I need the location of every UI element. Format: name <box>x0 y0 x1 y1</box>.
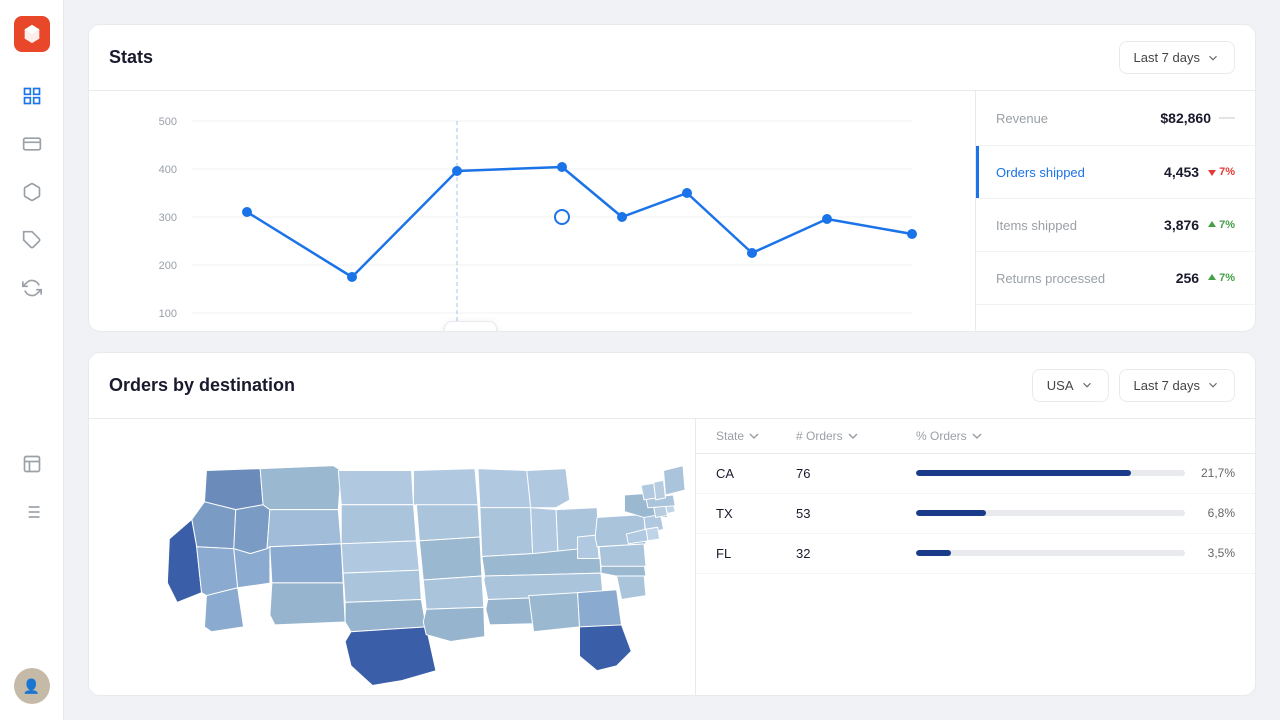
orders-table: State # Orders % Orders <box>695 419 1255 696</box>
svg-text:500: 500 <box>159 116 177 128</box>
state-ca: CA <box>716 466 796 481</box>
col-state-header: State <box>716 429 796 443</box>
stats-period-dropdown[interactable]: Last 7 days <box>1119 41 1236 74</box>
orders-badge: 7% <box>1207 166 1235 178</box>
metric-items-shipped[interactable]: Items shipped 3,876 7% <box>976 199 1255 252</box>
arrow-up-icon <box>1207 220 1217 230</box>
orders-filters: USA Last 7 days <box>1032 369 1235 402</box>
stats-header: Stats Last 7 days <box>89 25 1255 90</box>
country-label: USA <box>1047 378 1074 393</box>
table-header: State # Orders % Orders <box>696 419 1255 454</box>
metric-items-value: 3,876 <box>1164 217 1199 233</box>
pct-label-fl: 3,5% <box>1195 546 1235 560</box>
metric-orders-label: Orders shipped <box>996 165 1156 180</box>
metric-returns[interactable]: Returns processed 256 7% <box>976 252 1255 305</box>
arrow-up-icon-2 <box>1207 273 1217 283</box>
state-fl: FL <box>716 546 796 561</box>
svg-text:400: 400 <box>159 164 177 176</box>
state-tx: TX <box>716 506 796 521</box>
pct-tx: 6,8% <box>916 506 1235 520</box>
table-row: TX 53 6,8% <box>696 494 1255 534</box>
items-badge-pct: 7% <box>1219 219 1235 231</box>
metric-items-label: Items shipped <box>996 218 1156 233</box>
orders-fl: 32 <box>796 546 916 561</box>
orders-ca: 76 <box>796 466 916 481</box>
sort-pct-icon[interactable] <box>971 430 983 442</box>
usa-map <box>89 419 695 696</box>
sidebar-item-sync[interactable] <box>12 268 52 308</box>
stats-period-label: Last 7 days <box>1134 50 1201 65</box>
line-chart: 500 400 300 200 100 0 02/22 02/22 02/22 … <box>113 111 951 332</box>
sidebar-item-billing[interactable] <box>12 124 52 164</box>
sidebar-item-dashboard[interactable] <box>12 76 52 116</box>
returns-badge-pct: 7% <box>1219 272 1235 284</box>
bar-fill-fl <box>916 550 951 556</box>
bar-bg-ca <box>916 470 1185 476</box>
orders-title: Orders by destination <box>109 375 295 396</box>
pct-ca: 21,7% <box>916 466 1235 480</box>
table-row: FL 32 3,5% <box>696 534 1255 574</box>
metric-revenue-label: Revenue <box>996 111 1152 126</box>
sidebar-item-tags[interactable] <box>12 220 52 260</box>
avatar[interactable]: 👤 <box>14 668 50 704</box>
orders-period-label: Last 7 days <box>1134 378 1201 393</box>
items-badge: 7% <box>1207 219 1235 231</box>
sidebar: 👤 <box>0 0 64 720</box>
pct-label-tx: 6,8% <box>1195 506 1235 520</box>
stats-card: Stats Last 7 days 500 <box>88 24 1256 332</box>
col-pct-header: % Orders <box>916 429 1235 443</box>
orders-badge-pct: 7% <box>1219 166 1235 178</box>
col-orders-header: # Orders <box>796 429 916 443</box>
logo <box>14 16 50 52</box>
sort-state-icon[interactable] <box>748 430 760 442</box>
metric-revenue[interactable]: Revenue $82,860 — <box>976 91 1255 146</box>
table-row: CA 76 21,7% <box>696 454 1255 494</box>
stats-title: Stats <box>109 47 153 68</box>
metric-returns-label: Returns processed <box>996 271 1168 286</box>
metric-orders-value: 4,453 <box>1164 164 1199 180</box>
returns-badge: 7% <box>1207 272 1235 284</box>
sidebar-item-grid[interactable] <box>12 492 52 532</box>
bar-fill-tx <box>916 510 986 516</box>
bar-bg-fl <box>916 550 1185 556</box>
metric-revenue-value: $82,860 <box>1160 110 1211 126</box>
main-content: Stats Last 7 days 500 <box>64 0 1280 720</box>
svg-text:300: 300 <box>159 212 177 224</box>
orders-content: California - 1199 Entries State # Orders <box>89 418 1255 696</box>
orders-label: # Orders <box>796 429 843 443</box>
metric-returns-value: 256 <box>1176 270 1199 286</box>
map-area: California - 1199 Entries <box>89 419 695 696</box>
orders-header: Orders by destination USA Last 7 days <box>89 353 1255 418</box>
orders-tx: 53 <box>796 506 916 521</box>
orders-period-dropdown[interactable]: Last 7 days <box>1119 369 1236 402</box>
svg-text:100: 100 <box>159 308 177 320</box>
revenue-dash-icon: — <box>1219 109 1235 127</box>
state-label: State <box>716 429 744 443</box>
pct-label-ca: 21,7% <box>1195 466 1235 480</box>
orders-card: Orders by destination USA Last 7 days <box>88 352 1256 696</box>
sidebar-item-layout[interactable] <box>12 444 52 484</box>
sort-orders-icon[interactable] <box>847 430 859 442</box>
stats-content: 500 400 300 200 100 0 02/22 02/22 02/22 … <box>89 90 1255 332</box>
chevron-down-icon-2 <box>1080 378 1094 392</box>
chevron-down-icon-3 <box>1206 378 1220 392</box>
bar-bg-tx <box>916 510 1185 516</box>
pct-fl: 3,5% <box>916 546 1235 560</box>
metrics-panel: Revenue $82,860 — Orders shipped 4,453 7… <box>975 91 1255 332</box>
bar-fill-ca <box>916 470 1131 476</box>
sidebar-item-packages[interactable] <box>12 172 52 212</box>
svg-text:200: 200 <box>159 260 177 272</box>
chevron-down-icon <box>1206 51 1220 65</box>
country-dropdown[interactable]: USA <box>1032 369 1109 402</box>
arrow-down-icon <box>1207 167 1217 177</box>
pct-label: % Orders <box>916 429 967 443</box>
chart-area: 500 400 300 200 100 0 02/22 02/22 02/22 … <box>89 91 975 332</box>
metric-orders-shipped[interactable]: Orders shipped 4,453 7% <box>976 146 1255 199</box>
